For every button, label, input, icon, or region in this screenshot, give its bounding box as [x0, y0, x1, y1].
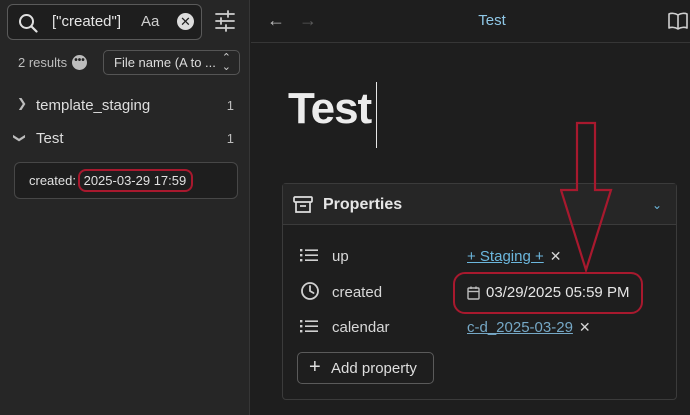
search-input[interactable]: ["created"] Aa ✕	[7, 4, 202, 40]
clock-icon	[300, 281, 320, 305]
result-group-label: template_staging	[36, 97, 151, 114]
editor-toolbar: ← → Test	[251, 0, 690, 43]
property-name[interactable]: created	[332, 284, 382, 301]
tab-title[interactable]: Test	[251, 12, 690, 29]
clear-search-icon[interactable]: ✕	[177, 13, 194, 30]
search-query-text[interactable]: ["created"]	[52, 13, 121, 30]
chevron-down-icon[interactable]: ⌄	[652, 198, 662, 212]
chevron-right-icon: ❯	[17, 96, 28, 110]
sliders-icon[interactable]	[214, 10, 236, 37]
results-count: 2 results	[18, 55, 68, 70]
list-icon	[300, 318, 318, 338]
sort-order-select[interactable]: File name (A to ... ⌃ ⌄	[103, 50, 240, 75]
property-value: + Staging + ✕	[467, 248, 561, 265]
select-chevron-icon: ⌃ ⌄	[221, 52, 231, 73]
text-cursor	[376, 82, 377, 148]
remove-value-icon[interactable]: ✕	[579, 319, 591, 335]
match-prefix: created:	[29, 173, 80, 188]
add-property-button[interactable]: + Add property	[297, 352, 434, 384]
note-title[interactable]: Test	[288, 84, 372, 134]
search-icon	[18, 13, 38, 38]
property-name[interactable]: up	[332, 248, 349, 265]
match-highlight: 2025-03-29 17:59	[80, 173, 191, 188]
property-value: c-d_2025-03-29 ✕	[467, 319, 591, 336]
properties-title: Properties	[323, 196, 403, 213]
plus-icon: +	[309, 356, 321, 378]
add-property-label: Add property	[331, 360, 417, 377]
result-group-label: Test	[36, 130, 64, 147]
book-icon[interactable]	[668, 12, 688, 35]
archive-box-icon	[293, 196, 313, 219]
sort-order-label: File name (A to ...	[114, 55, 216, 70]
unresolved-link[interactable]: c-d_2025-03-29	[467, 319, 573, 336]
search-pane: ["created"] Aa ✕ 2 results ••• File name…	[0, 0, 250, 415]
result-group-count: 1	[226, 98, 234, 113]
annotation-arrow-icon	[560, 121, 613, 274]
match-case-toggle[interactable]: Aa	[141, 13, 159, 30]
result-group-test[interactable]: ❯ Test 1	[0, 127, 250, 151]
chevron-down-icon: ❯	[13, 132, 28, 144]
list-icon	[300, 247, 318, 267]
datetime-value: 03/29/2025 05:59 PM	[486, 284, 630, 301]
property-name[interactable]: calendar	[332, 319, 390, 336]
property-row-calendar: calendar c-d_2025-03-29 ✕	[283, 312, 676, 344]
result-group-count: 1	[226, 131, 234, 146]
result-group-template-staging[interactable]: ❯ template_staging 1	[0, 94, 250, 118]
search-match-result[interactable]: created: 2025-03-29 17:59	[14, 162, 238, 199]
calendar-icon	[467, 286, 480, 304]
internal-link[interactable]: + Staging +	[467, 248, 544, 265]
more-options-icon[interactable]: •••	[72, 55, 87, 70]
